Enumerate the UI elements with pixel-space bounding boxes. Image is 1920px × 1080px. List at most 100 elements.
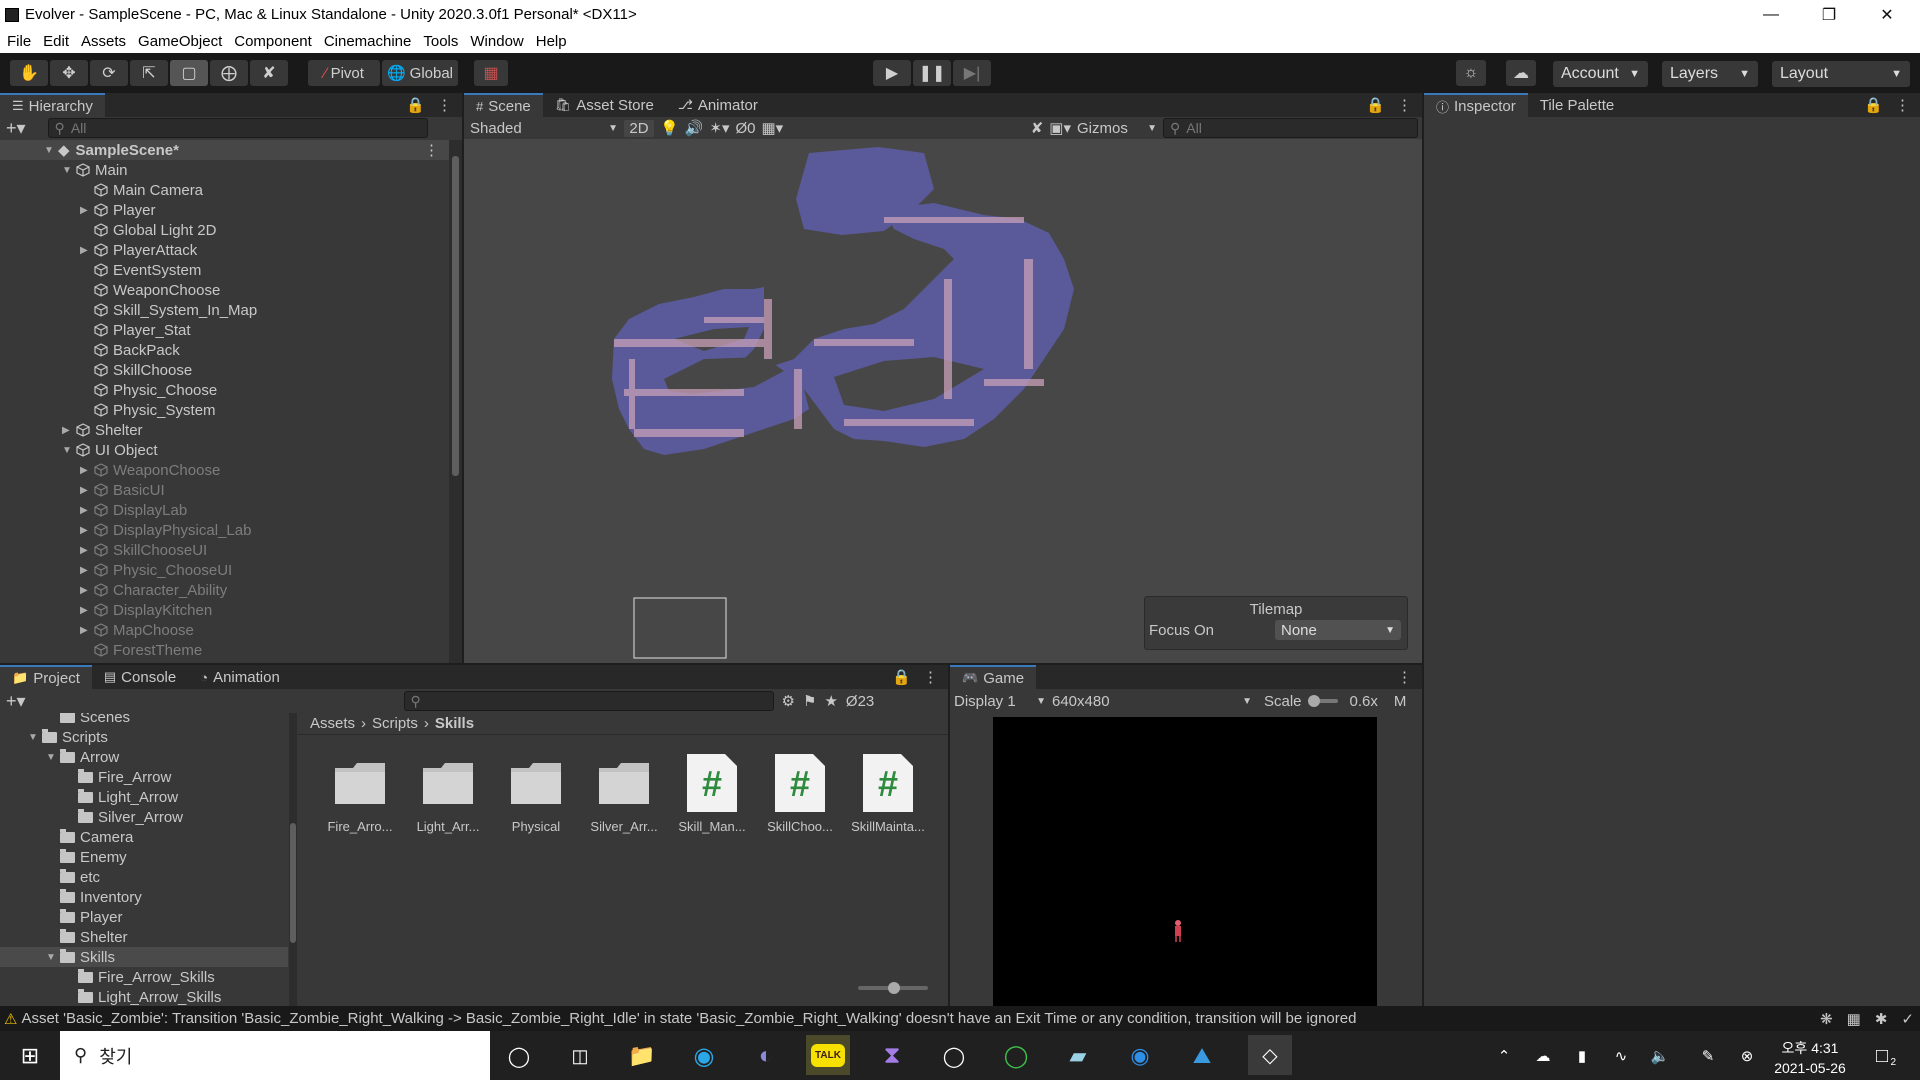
slider-thumb[interactable]	[1307, 695, 1320, 707]
unity-hub-icon[interactable]: ◯	[938, 1040, 970, 1072]
project-folder-item[interactable]: Inventory	[46, 887, 142, 907]
fold-closed-icon[interactable]: ▶	[80, 245, 92, 256]
hierarchy-item[interactable]: Main Camera	[80, 180, 203, 200]
hierarchy-item[interactable]: WeaponChoose	[80, 280, 220, 300]
focus-on-dropdown[interactable]: None ▼	[1275, 620, 1401, 640]
menu-edit[interactable]: Edit	[39, 33, 77, 50]
hierarchy-item[interactable]: ▶ WeaponChoose	[80, 460, 220, 480]
project-folder-item[interactable]: Player	[46, 907, 123, 927]
hidden-packages-icon[interactable]: Ø23	[846, 693, 874, 710]
collab-icon[interactable]: ☼	[1456, 60, 1486, 86]
scene-viewport[interactable]	[464, 139, 1422, 663]
edge-icon[interactable]: ◉	[688, 1040, 720, 1072]
project-folder-item[interactable]: Light_Arrow_Skills	[64, 987, 221, 1006]
eclipse-icon[interactable]: ◐	[750, 1040, 782, 1072]
wifi-icon[interactable]: ∿	[1605, 1040, 1637, 1072]
tab-scene[interactable]: # Scene	[464, 93, 543, 117]
project-folder-item[interactable]: Camera	[46, 827, 133, 847]
filter-type-icon[interactable]: ⚙	[782, 692, 795, 710]
hierarchy-item[interactable]: BackPack	[80, 340, 180, 360]
add-icon[interactable]: +▾	[6, 691, 26, 712]
debug-icon[interactable]: ❋	[1820, 1010, 1833, 1028]
asset-item[interactable]: Light_Arr...	[406, 755, 490, 834]
lock-icon[interactable]: 🔒	[892, 668, 911, 686]
hierarchy-item[interactable]: ForestTheme	[80, 640, 202, 660]
gizmos-dropdown[interactable]: Gizmos ▼	[1077, 120, 1157, 137]
fold-closed-icon[interactable]: ▶	[80, 585, 92, 596]
hierarchy-item[interactable]: ▶ DisplayPhysical_Lab	[80, 520, 251, 540]
status-message[interactable]: Asset 'Basic_Zombie': Transition 'Basic_…	[21, 1010, 1801, 1027]
bug-icon[interactable]: ✱	[1875, 1010, 1888, 1028]
asset-item[interactable]: Silver_Arr...	[582, 755, 666, 834]
cloud-icon[interactable]: ☁	[1506, 60, 1536, 86]
kebab-menu-icon[interactable]: ⋮	[424, 141, 449, 159]
move-tool-icon[interactable]: ✥	[50, 60, 88, 86]
unity-editor-icon[interactable]: ◇	[1248, 1035, 1292, 1075]
close-button[interactable]: ✕	[1858, 0, 1916, 29]
kebab-menu-icon[interactable]: ⋮	[1397, 668, 1412, 686]
scene-header-row[interactable]: ▼ ◆ SampleScene* ⋮	[0, 140, 449, 160]
notes-icon[interactable]: ▰	[1062, 1040, 1094, 1072]
status-bar[interactable]: ⚠ Asset 'Basic_Zombie': Transition 'Basi…	[0, 1006, 1920, 1031]
menu-window[interactable]: Window	[466, 33, 531, 50]
hierarchy-item[interactable]: SkillChoose	[80, 360, 192, 380]
menu-assets[interactable]: Assets	[77, 33, 134, 50]
slider-thumb[interactable]	[888, 982, 900, 994]
asset-item[interactable]: Fire_Arro...	[318, 755, 402, 834]
play-button[interactable]: ▶	[873, 60, 911, 86]
lock-icon[interactable]: 🔒	[1864, 96, 1883, 114]
tab-tile-palette[interactable]: Tile Palette	[1528, 93, 1626, 117]
asset-item[interactable]: # SkillChoo...	[758, 754, 842, 834]
lighting-icon[interactable]: 💡	[660, 119, 679, 137]
file-explorer-icon[interactable]: 📁	[626, 1040, 658, 1072]
hierarchy-item[interactable]: EventSystem	[80, 260, 201, 280]
taskbar-search-box[interactable]: ⚲ 찾기	[60, 1031, 490, 1080]
rect-tool-icon[interactable]: ▢	[170, 60, 208, 86]
scale-tool-icon[interactable]: ⇱	[130, 60, 168, 86]
project-folder-item[interactable]: ▼ Scripts	[28, 727, 108, 747]
scrollbar-thumb[interactable]	[290, 823, 296, 943]
menu-component[interactable]: Component	[230, 33, 320, 50]
project-folder-item[interactable]: Fire_Arrow_Skills	[64, 967, 215, 987]
breadcrumb-skills[interactable]: Skills	[435, 715, 474, 732]
icon-size-slider[interactable]	[858, 982, 928, 994]
kebab-menu-icon[interactable]: ⋮	[437, 96, 452, 114]
asset-item[interactable]: Physical	[494, 755, 578, 834]
battery-icon[interactable]: ▮	[1566, 1040, 1598, 1072]
task-view-icon[interactable]: ◫	[564, 1040, 596, 1072]
project-folder-item[interactable]: Fire_Arrow	[64, 767, 171, 787]
cortana-icon[interactable]: ◯	[503, 1040, 535, 1072]
scene-search-input[interactable]: ⚲ All	[1163, 118, 1418, 138]
maps-icon[interactable]: ◉	[1124, 1040, 1156, 1072]
hierarchy-item[interactable]: Physic_System	[80, 400, 216, 420]
shading-dropdown[interactable]: Shaded ▼	[468, 120, 618, 137]
favorite-star-icon[interactable]: ★	[824, 692, 837, 710]
progress-icon[interactable]: ▦	[1847, 1010, 1861, 1028]
hierarchy-item[interactable]: ▶ Character_Ability	[80, 580, 227, 600]
fold-open-icon[interactable]: ▼	[44, 145, 56, 156]
lock-icon[interactable]: 🔒	[406, 96, 425, 114]
fold-open-icon[interactable]: ▼	[62, 445, 74, 456]
project-folder-item[interactable]: Enemy	[46, 847, 127, 867]
camera-icon[interactable]: ▣▾	[1049, 119, 1071, 137]
breadcrumb-scripts[interactable]: Scripts	[372, 715, 418, 732]
chevron-up-icon[interactable]: ⌃	[1488, 1040, 1520, 1072]
kebab-menu-icon[interactable]: ⋮	[923, 668, 938, 686]
kebab-menu-icon[interactable]: ⋮	[1895, 96, 1910, 114]
tab-hierarchy[interactable]: ☰ Hierarchy	[0, 93, 105, 117]
check-icon[interactable]: ✓	[1901, 1010, 1914, 1028]
step-button[interactable]: ▶|	[953, 60, 991, 86]
menu-tools[interactable]: Tools	[419, 33, 466, 50]
fold-closed-icon[interactable]: ▶	[80, 525, 92, 536]
hierarchy-search-input[interactable]: ⚲ All	[47, 118, 428, 138]
resolution-dropdown[interactable]: 640x480 ▼	[1052, 693, 1252, 710]
hierarchy-item[interactable]: ▶ Physic_ChooseUI	[80, 560, 232, 580]
game-toolbar-overflow[interactable]: M	[1394, 693, 1407, 710]
fold-closed-icon[interactable]: ▶	[80, 545, 92, 556]
tab-asset-store[interactable]: 🛍 Asset Store	[543, 93, 666, 117]
layout-dropdown[interactable]: Layout ▼	[1772, 61, 1910, 87]
display-dropdown[interactable]: Display 1 ▼	[954, 693, 1046, 710]
grid-snap-icon[interactable]: ▦	[474, 60, 508, 86]
tab-inspector[interactable]: ⓘ Inspector	[1424, 93, 1528, 117]
hierarchy-scrollbar[interactable]	[449, 140, 462, 663]
